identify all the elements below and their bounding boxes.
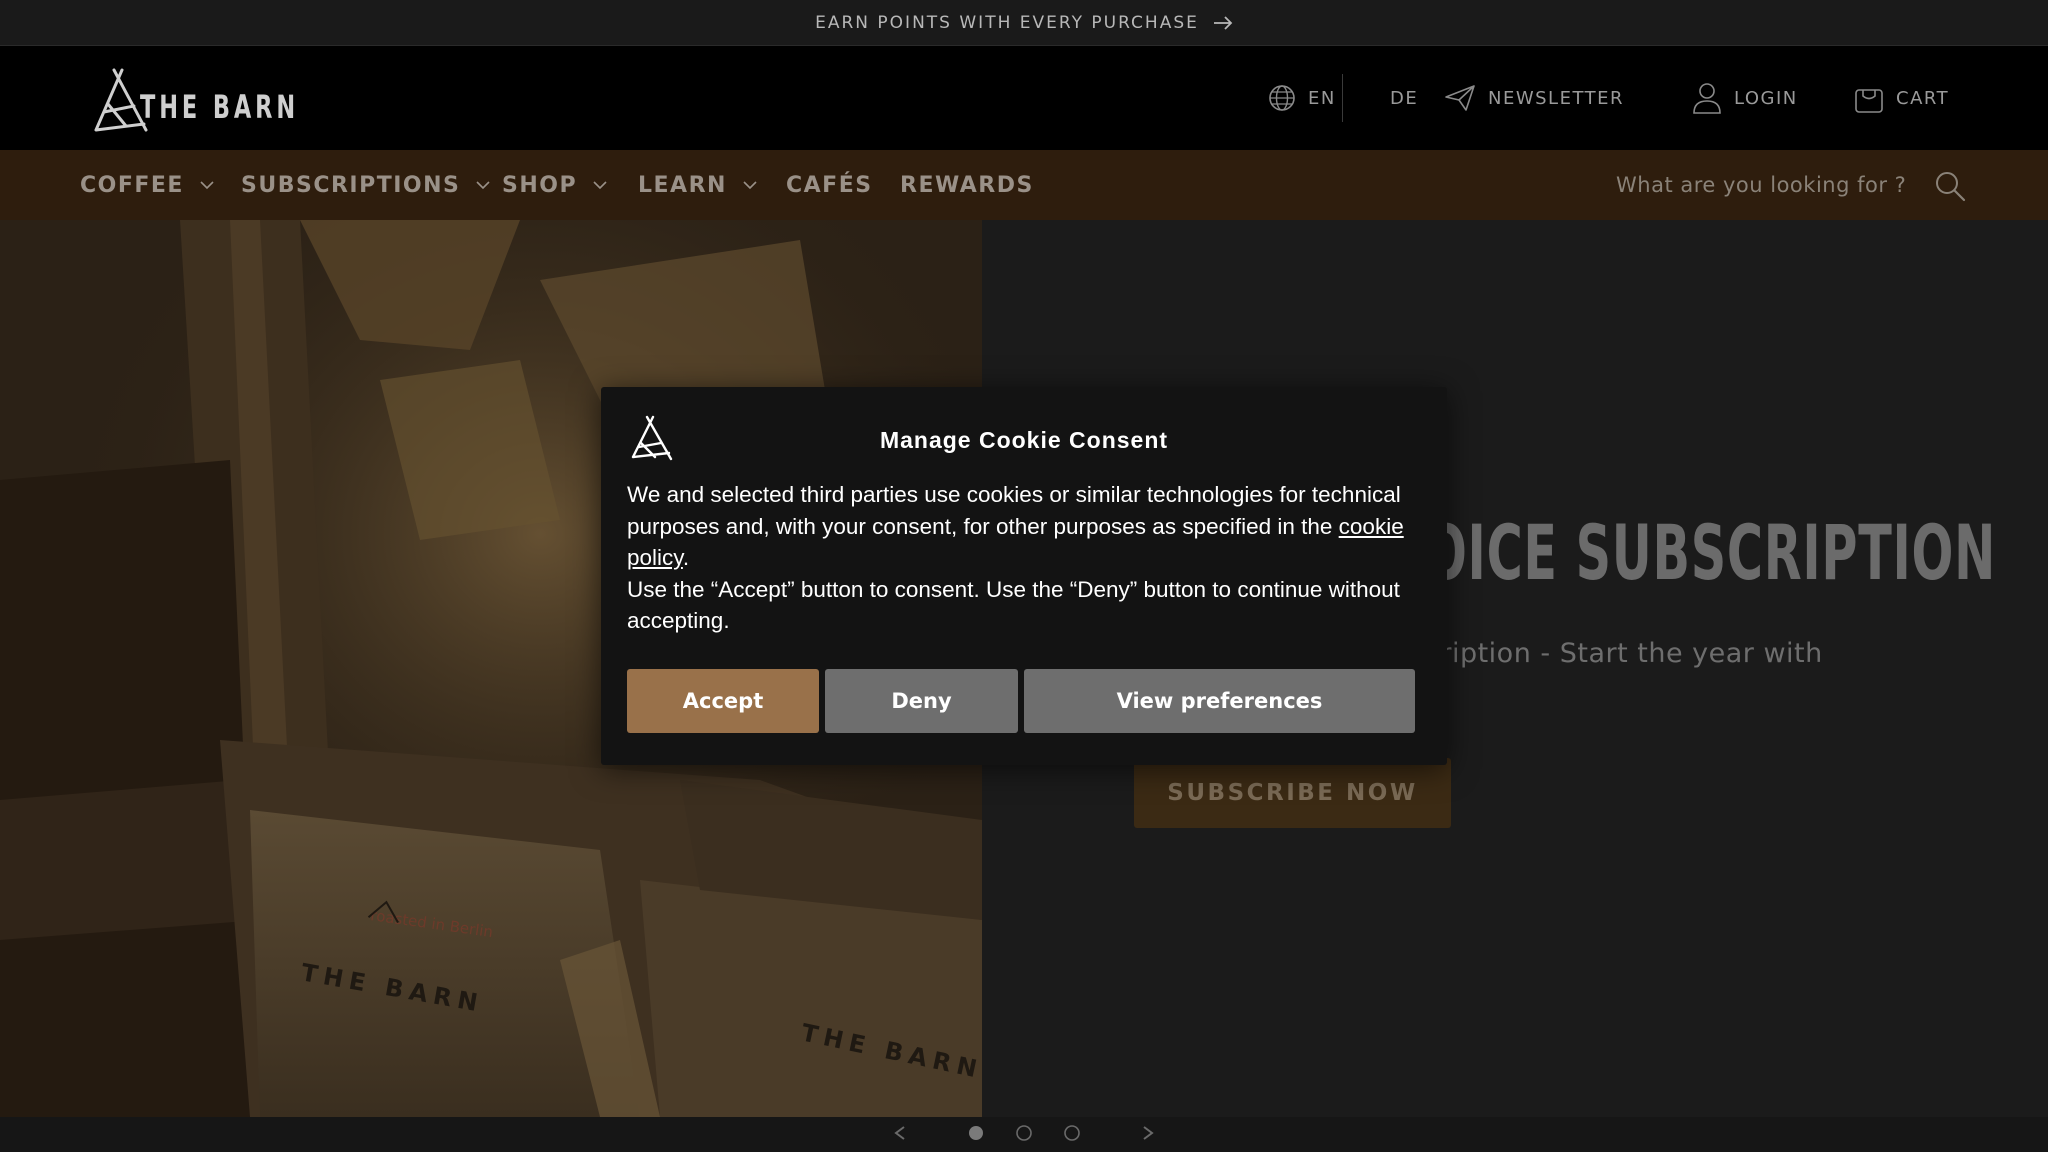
cart-label: CART <box>1896 87 1950 109</box>
main-nav: COFFEE SUBSCRIPTIONS SHOP LEARN CAFÉS RE… <box>0 150 2048 220</box>
login-link[interactable]: LOGIN <box>1692 46 1798 150</box>
nav-item-label: COFFEE <box>80 172 184 198</box>
language-current: EN <box>1308 87 1336 109</box>
hero-subtitle: cription - Start the year with <box>1425 638 1823 669</box>
cookie-modal-body: We and selected third parties use cookie… <box>627 479 1427 637</box>
slider-dot <box>1016 1125 1032 1141</box>
shopping-bag-icon <box>1855 89 1883 113</box>
nav-item-label: SUBSCRIPTIONS <box>241 172 461 198</box>
slider-next-icon <box>1143 1126 1154 1140</box>
slider-prev-icon <box>894 1126 905 1140</box>
cookie-modal-title: Manage Cookie Consent <box>879 427 1169 453</box>
chevron-down-icon <box>593 180 607 189</box>
announcement-text[interactable]: EARN POINTS WITH EVERY PURCHASE <box>815 13 1199 33</box>
deny-button[interactable]: Deny <box>825 669 1018 733</box>
cookie-body-text-2: . <box>682 545 690 570</box>
nav-item-subscriptions[interactable]: SUBSCRIPTIONS <box>241 150 490 220</box>
nav-item-coffee[interactable]: COFFEE <box>80 150 214 220</box>
language-selector-en[interactable]: EN <box>1268 46 1336 150</box>
slider-pager <box>0 1117 2048 1152</box>
search-input[interactable] <box>1616 164 1916 206</box>
newsletter-label: NEWSLETTER <box>1488 87 1625 109</box>
subscribe-now-button[interactable]: SUBSCRIBE NOW <box>1134 758 1451 828</box>
chevron-down-icon <box>743 180 757 189</box>
nav-item-learn[interactable]: LEARN <box>638 150 757 220</box>
language-option-de[interactable]: DE <box>1390 46 1418 150</box>
nav-item-label: SHOP <box>502 172 578 198</box>
paper-plane-icon <box>1445 85 1475 111</box>
slider-dot-active <box>969 1126 983 1140</box>
site-logo[interactable]: THE BARN <box>86 64 344 134</box>
announcement-bar[interactable]: EARN POINTS WITH EVERY PURCHASE <box>0 0 2048 46</box>
globe-icon <box>1269 85 1295 111</box>
slider-controls <box>894 1125 1154 1141</box>
login-label: LOGIN <box>1734 87 1798 109</box>
slider-dot <box>1064 1125 1080 1141</box>
cookie-body-text-1: We and selected third parties use cookie… <box>627 482 1401 539</box>
nav-item-rewards[interactable]: REWARDS <box>900 150 1034 220</box>
chevron-down-icon <box>476 180 490 189</box>
hero-title: OICE SUBSCRIPTION <box>1425 508 1997 597</box>
nav-item-label: CAFÉS <box>786 172 873 198</box>
cookie-consent-modal: Manage Cookie Consent We and selected th… <box>601 387 1447 765</box>
nav-item-label: REWARDS <box>900 172 1034 198</box>
arrow-right-icon <box>1213 15 1233 30</box>
site-header: THE BARN EN DE NEWSLETTER LOGIN CART <box>0 46 2048 150</box>
cookie-body-text-3: Use the “Accept” button to consent. Use … <box>627 576 1400 634</box>
language-divider <box>1342 74 1343 122</box>
chevron-down-icon <box>200 180 214 189</box>
language-alt: DE <box>1390 87 1419 109</box>
view-preferences-button[interactable]: View preferences <box>1024 669 1415 733</box>
nav-item-shop[interactable]: SHOP <box>502 150 607 220</box>
nav-item-label: LEARN <box>638 172 727 198</box>
cart-link[interactable]: CART <box>1854 46 1949 150</box>
newsletter-link[interactable]: NEWSLETTER <box>1444 46 1624 150</box>
nav-item-cafes[interactable]: CAFÉS <box>786 150 873 220</box>
search-icon[interactable] <box>1934 170 1966 202</box>
user-icon <box>1693 83 1721 114</box>
logo-text: THE BARN <box>140 88 300 126</box>
accept-button[interactable]: Accept <box>627 669 819 733</box>
